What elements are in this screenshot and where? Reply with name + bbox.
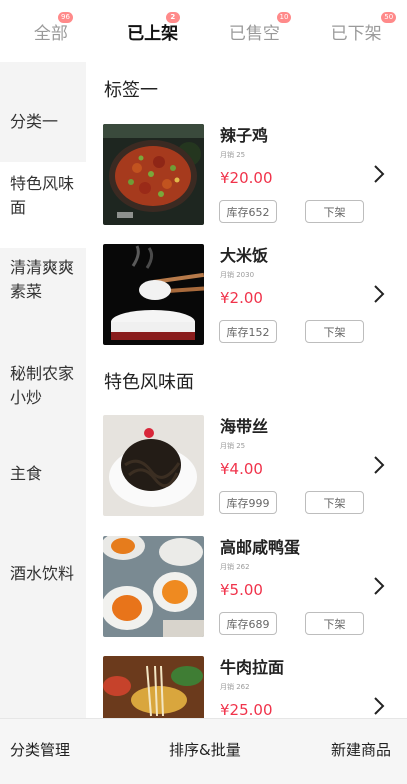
tab-label: 已售空: [228, 23, 280, 44]
list-item[interactable]: 牛肉拉面 月销 262 ¥25.00: [86, 656, 407, 718]
stock-button[interactable]: 库存652: [219, 200, 277, 223]
product-price: ¥25.00: [220, 701, 273, 718]
status-tabs: 全部 96 已上架 2 已售空 10 已下架 50: [0, 0, 407, 62]
category-sidebar: 分类一 特色风味面 清清爽爽素菜 秘制农家小炒 主食 酒水饮料: [0, 62, 86, 718]
chevron-right-icon[interactable]: [372, 284, 386, 304]
product-name: 海带丝: [220, 417, 269, 436]
tab-on-shelf[interactable]: 已上架 2: [102, 0, 204, 62]
sidebar-item-label: 特色风味面: [10, 174, 75, 217]
new-product-button[interactable]: 新建商品: [331, 739, 391, 760]
bottom-action-bar: 分类管理 排序&批量 新建商品: [0, 718, 407, 784]
sidebar-item-category-1[interactable]: 分类一: [0, 110, 86, 140]
list-item[interactable]: 海带丝 月销 25 ¥4.00 库存999 下架: [86, 415, 407, 517]
tab-off-shelf[interactable]: 已下架 50: [305, 0, 407, 62]
monthly-sales: 月销 25: [220, 151, 246, 159]
product-price: ¥2.00: [220, 289, 263, 307]
tab-sold-out[interactable]: 已售空 10: [204, 0, 306, 62]
list-item[interactable]: 大米饭 月销 2030 ¥2.00 库存152 下架: [86, 244, 407, 346]
take-off-shelf-button[interactable]: 下架: [305, 320, 364, 343]
product-image: [103, 415, 204, 516]
chevron-right-icon[interactable]: [372, 164, 386, 184]
product-price: ¥20.00: [220, 169, 273, 187]
sidebar-item-label: 清清爽爽素菜: [10, 258, 75, 301]
sidebar-item-staple-food[interactable]: 主食: [0, 462, 86, 492]
product-name: 高邮咸鸭蛋: [220, 538, 301, 557]
chevron-right-icon[interactable]: [372, 696, 386, 716]
product-list: 标签一 辣子鸡 月销 25 ¥20.00 库存652 下架 大米饭 月销 203…: [86, 62, 407, 718]
count-badge: 50: [381, 12, 397, 23]
section-title: 标签一: [104, 80, 158, 101]
product-price: ¥5.00: [220, 581, 263, 599]
sort-batch-button[interactable]: 排序&批量: [169, 739, 241, 760]
chevron-right-icon[interactable]: [372, 576, 386, 596]
sidebar-item-label: 主食: [10, 464, 43, 483]
tab-label: 已下架: [330, 23, 382, 44]
product-image: [103, 536, 204, 637]
count-badge: 10: [276, 12, 292, 23]
sidebar-item-flavor-noodles[interactable]: 特色风味面: [0, 162, 86, 248]
monthly-sales: 月销 2030: [220, 271, 255, 279]
take-off-shelf-button[interactable]: 下架: [305, 612, 364, 635]
product-image: [103, 656, 204, 718]
take-off-shelf-button[interactable]: 下架: [305, 200, 364, 223]
take-off-shelf-button[interactable]: 下架: [305, 491, 364, 514]
chevron-right-icon[interactable]: [372, 455, 386, 475]
section-title: 特色风味面: [104, 372, 194, 393]
product-price: ¥4.00: [220, 460, 263, 478]
sidebar-item-vegetables[interactable]: 清清爽爽素菜: [0, 256, 86, 316]
product-name: 辣子鸡: [220, 126, 269, 145]
sidebar-item-label: 秘制农家小炒: [10, 364, 75, 407]
stock-button[interactable]: 库存999: [219, 491, 277, 514]
stock-button[interactable]: 库存152: [219, 320, 277, 343]
sidebar-item-farm-stir-fry[interactable]: 秘制农家小炒: [0, 362, 86, 422]
list-item[interactable]: 高邮咸鸭蛋 月销 262 ¥5.00 库存689 下架: [86, 536, 407, 638]
category-manage-button[interactable]: 分类管理: [10, 739, 70, 760]
list-item[interactable]: 辣子鸡 月销 25 ¥20.00 库存652 下架: [86, 124, 407, 226]
count-badge: 2: [165, 12, 180, 23]
stock-button[interactable]: 库存689: [219, 612, 277, 635]
sidebar-item-label: 酒水饮料: [10, 564, 75, 583]
monthly-sales: 月销 25: [220, 442, 246, 450]
product-name: 大米饭: [220, 246, 269, 265]
product-image: [103, 124, 204, 225]
product-image: [103, 244, 204, 345]
tab-all[interactable]: 全部 96: [0, 0, 102, 62]
sidebar-item-label: 分类一: [10, 112, 59, 131]
monthly-sales: 月销 262: [220, 683, 250, 691]
sidebar-item-drinks[interactable]: 酒水饮料: [0, 562, 86, 592]
monthly-sales: 月销 262: [220, 563, 250, 571]
product-name: 牛肉拉面: [220, 658, 285, 677]
count-badge: 96: [58, 12, 73, 23]
